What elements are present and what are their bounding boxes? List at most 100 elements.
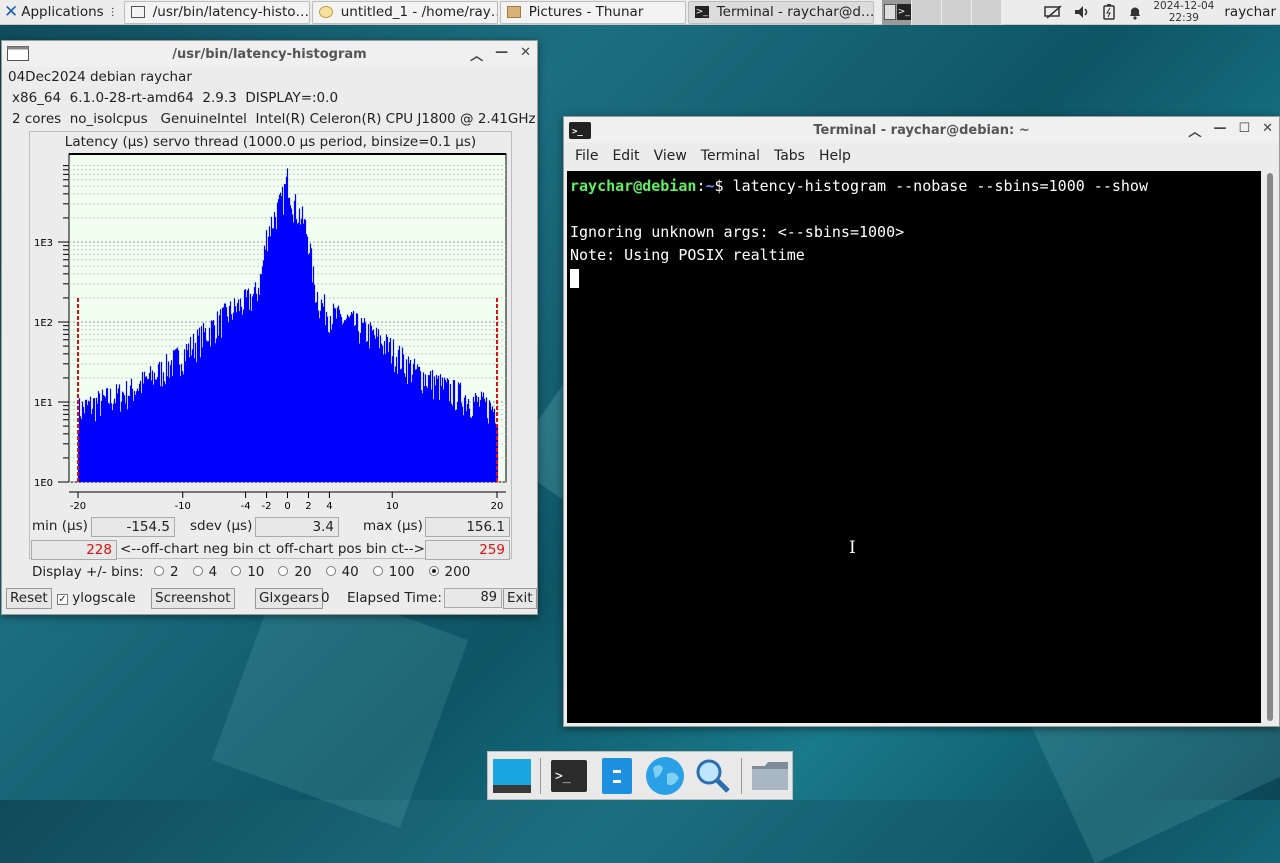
terminal-window: >_ Terminal - raychar@debian: ~ ︿ — ☐ ✕ … — [563, 116, 1280, 727]
ylogscale-checkbox[interactable]: ✓ — [57, 594, 68, 605]
folder-icon[interactable] — [750, 756, 790, 796]
window-icon — [130, 6, 145, 18]
maximize-up-icon[interactable]: ︿ — [1188, 121, 1201, 140]
terminal-icon[interactable]: >_ — [549, 756, 589, 796]
taskbar-item-latency-histogram[interactable]: /usr/bin/latency-histo… — [123, 0, 310, 24]
min-label: min (µs) — [32, 518, 88, 534]
menu-edit[interactable]: Edit — [605, 148, 646, 164]
cpu-info-line: 2 cores no_isolcpus GenuineIntel Intel(R… — [12, 111, 536, 127]
menu-terminal[interactable]: Terminal — [694, 148, 767, 164]
bin-radio-button[interactable] — [278, 566, 289, 576]
x-tick-label: 2 — [305, 501, 311, 512]
sdev-value-field: 3.4 — [255, 517, 339, 537]
bin-radio-label: 10 — [247, 564, 265, 580]
y-tick-label: 1E3 — [34, 238, 53, 249]
chart-title: Latency (µs) servo thread (1000.0 µs per… — [64, 134, 477, 150]
prompt-path: ~ — [705, 177, 715, 195]
maximize-icon[interactable]: ☐ — [1238, 121, 1250, 140]
taskbar-item-terminal[interactable]: >_ Terminal - raychar@d… — [687, 0, 874, 24]
ylogscale-toggle[interactable]: ✓ ylogscale — [57, 590, 136, 606]
workspace-4[interactable] — [971, 0, 1002, 25]
bin-radio-option[interactable]: 10 — [223, 564, 264, 580]
close-icon[interactable]: ✕ — [1262, 121, 1273, 140]
battery-icon[interactable] — [1101, 4, 1117, 20]
bin-radio-label: 40 — [341, 564, 359, 580]
maximize-up-icon[interactable]: ︿ — [470, 45, 483, 64]
glxgears-count: 0 — [321, 590, 330, 606]
y-tick-label: 1E0 — [34, 478, 53, 489]
bin-radio-button[interactable] — [325, 566, 336, 576]
terminal-icon: >_ — [569, 122, 591, 143]
bin-radio-button[interactable] — [372, 566, 383, 576]
display-bins-row: Display +/- bins: 2 4 10 20 40 100 200 — [30, 563, 510, 584]
x-tick-label: 0 — [284, 501, 290, 512]
prompt-user: raychar@debian — [570, 177, 697, 195]
bin-radio-option[interactable]: 2 — [146, 564, 179, 580]
menu-file[interactable]: File — [568, 148, 605, 164]
user-menu[interactable]: raychar — [1224, 4, 1276, 20]
dock-separator — [540, 757, 541, 794]
notification-bell-icon[interactable] — [1127, 4, 1143, 20]
file-manager-icon[interactable] — [597, 756, 637, 796]
bin-radio-label: 200 — [444, 564, 471, 580]
minimize-icon[interactable]: — — [1213, 121, 1226, 140]
menu-tabs[interactable]: Tabs — [767, 148, 812, 164]
bin-radio-option[interactable]: 4 — [185, 564, 218, 580]
network-icon[interactable] — [1043, 4, 1063, 20]
elapsed-time-label: Elapsed Time: — [347, 590, 442, 606]
bin-radio-button[interactable] — [192, 566, 203, 576]
show-desktop-icon[interactable] — [492, 756, 532, 796]
y-tick-label: 1E2 — [34, 318, 53, 329]
screenshot-button[interactable]: Screenshot — [151, 588, 235, 609]
x-tick-label: -10 — [175, 501, 191, 512]
bin-radio-option[interactable]: 40 — [318, 564, 359, 580]
histogram-chart: Latency (µs) servo thread (1000.0 µs per… — [29, 131, 512, 559]
taskbar-item-label: untitled_1 - /home/ray… — [340, 4, 498, 20]
clock[interactable]: 2024-12-04 22:39 — [1153, 0, 1214, 24]
taskbar-item-thunar[interactable]: Pictures - Thunar — [499, 0, 686, 24]
bin-radio-option[interactable]: 100 — [365, 564, 415, 580]
elapsed-time-field: 89 — [444, 588, 502, 608]
applications-label: Applications — [21, 4, 104, 20]
workspace-switcher: >_ — [881, 0, 1002, 25]
workspace-1[interactable]: >_ — [881, 0, 912, 25]
bin-radio-button[interactable] — [231, 566, 242, 576]
app-finder-icon[interactable] — [693, 756, 733, 796]
taskbar-item-text-editor[interactable]: untitled_1 - /home/ray… — [311, 0, 498, 24]
clock-date: 2024-12-04 — [1153, 0, 1215, 12]
bin-radio-option[interactable]: 20 — [270, 564, 312, 580]
taskbar-item-label: /usr/bin/latency-histo… — [152, 4, 309, 20]
text-cursor — [570, 269, 579, 288]
folder-icon — [506, 6, 521, 18]
command-line: raychar@debian:~$ latency-histogram --no… — [570, 175, 1258, 198]
workspace-2[interactable] — [911, 0, 942, 25]
minimize-icon[interactable]: — — [495, 45, 508, 64]
reset-button[interactable]: Reset — [6, 588, 52, 609]
pos-offchart-count-field: 259 — [425, 540, 510, 560]
terminal-icon: >_ — [694, 6, 709, 18]
svg-text:>_: >_ — [555, 769, 571, 784]
window-icon — [7, 46, 29, 65]
window-title: /usr/bin/latency-histogram — [172, 46, 367, 62]
menu-help[interactable]: Help — [812, 148, 858, 164]
bin-radio-button[interactable] — [154, 566, 164, 576]
bin-radio-label: 4 — [208, 564, 218, 580]
terminal-scrollbar[interactable] — [1264, 171, 1276, 723]
bin-radio-button[interactable] — [428, 566, 439, 576]
window-titlebar[interactable]: >_ Terminal - raychar@debian: ~ ︿ — ☐ ✕ — [564, 117, 1279, 143]
glxgears-button[interactable]: Glxgears — [255, 588, 323, 609]
volume-icon[interactable] — [1073, 4, 1091, 20]
window-titlebar[interactable]: /usr/bin/latency-histogram ︿ — ✕ — [2, 41, 537, 67]
scrollbar-thumb[interactable] — [1267, 173, 1273, 721]
latency-histogram-window: /usr/bin/latency-histogram ︿ — ✕ 04Dec20… — [1, 40, 538, 615]
exit-button[interactable]: Exit — [503, 588, 537, 609]
bin-radio-label: 2 — [170, 564, 179, 580]
terminal-screen[interactable]: raychar@debian:~$ latency-histogram --no… — [567, 171, 1261, 723]
applications-menu-button[interactable]: ✕ Applications ⋮ — [0, 0, 122, 25]
bin-radio-option[interactable]: 200 — [421, 564, 471, 580]
web-browser-icon[interactable] — [645, 756, 685, 796]
menu-view[interactable]: View — [647, 148, 694, 164]
close-icon[interactable]: ✕ — [520, 45, 531, 64]
workspace-3[interactable] — [941, 0, 972, 25]
bottom-dock: >_ — [487, 751, 793, 800]
